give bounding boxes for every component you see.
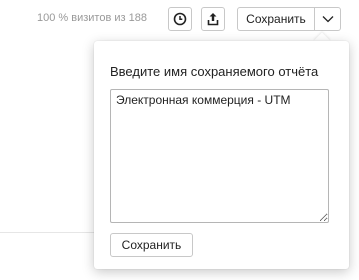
popup-title: Введите имя сохраняемого отчёта [110,64,319,79]
report-toolbar: 100 % визитов из 188 Сохранить [0,6,359,32]
save-options-dropdown[interactable] [314,7,341,31]
chevron-down-icon [322,16,333,23]
report-name-input[interactable]: Электронная коммерция - UTM [110,89,329,223]
save-report-popup: Введите имя сохраняемого отчёта Электрон… [94,41,349,269]
export-button[interactable] [201,7,225,31]
save-report-button[interactable]: Сохранить [237,7,315,31]
share-upload-icon [207,13,219,26]
background-divider [0,232,100,233]
history-button[interactable] [168,7,192,31]
visits-sample-text: 100 % визитов из 188 [37,12,147,24]
clock-icon [173,12,187,26]
popup-save-button[interactable]: Сохранить [110,233,193,257]
